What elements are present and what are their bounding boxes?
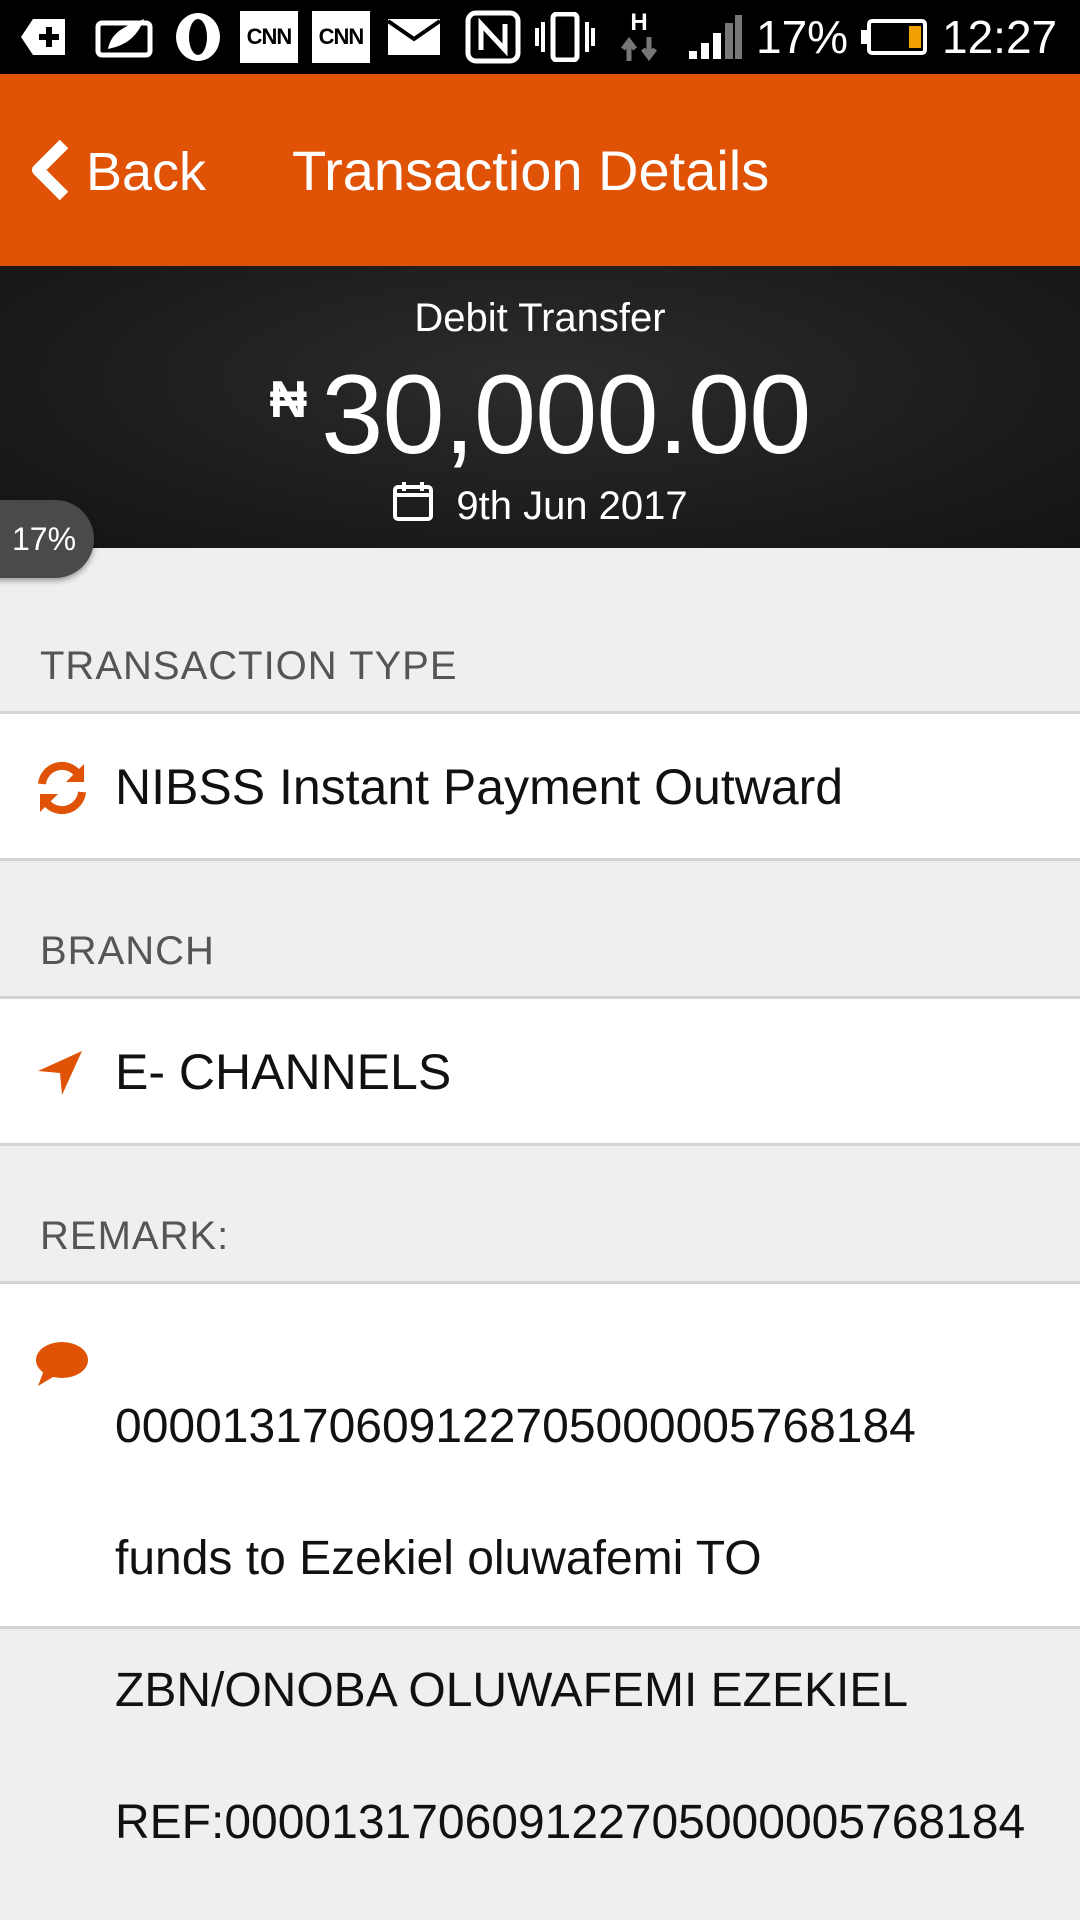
transaction-summary: Debit Transfer ₦ 30,000.00 9th Jun 2017 bbox=[0, 266, 1080, 548]
page-title: Transaction Details bbox=[292, 139, 770, 202]
remark-value: 000013170609122705000005768184 funds to … bbox=[115, 1328, 1025, 1920]
branch-value: E- CHANNELS bbox=[115, 1044, 452, 1100]
amount-display: ₦ 30,000.00 bbox=[0, 356, 1080, 474]
calendar-icon bbox=[392, 480, 456, 532]
remark-line: REF:000013170609122705000005768184 bbox=[115, 1796, 1026, 1849]
currency-symbol: ₦ bbox=[269, 371, 308, 429]
vibrate-icon bbox=[532, 10, 598, 64]
chevron-left-icon bbox=[28, 138, 72, 207]
cnn-icon: CNN bbox=[312, 11, 370, 63]
cnn-icon: CNN bbox=[240, 11, 298, 63]
date-value: 9th Jun 2017 bbox=[456, 483, 688, 528]
back-label: Back bbox=[86, 142, 207, 202]
battery-percent: 17% bbox=[756, 11, 849, 63]
transaction-type-value: NIBSS Instant Payment Outward bbox=[115, 759, 844, 815]
transaction-kind: Debit Transfer bbox=[414, 296, 666, 340]
battery-icon bbox=[858, 10, 928, 64]
remark-line: 000013170609122705000005768184 bbox=[115, 1400, 916, 1453]
refresh-icon bbox=[34, 760, 90, 821]
branch-row: E- CHANNELS bbox=[0, 996, 1080, 1146]
app-bar: Back Transaction Details bbox=[0, 74, 1080, 266]
section-label-branch: BRANCH bbox=[40, 929, 215, 973]
remark-row: 000013170609122705000005768184 funds to … bbox=[0, 1281, 1080, 1849]
leaf-icon bbox=[92, 10, 156, 64]
overlay-percent-badge: 17% bbox=[0, 500, 94, 578]
opera-icon bbox=[170, 10, 226, 64]
comment-icon bbox=[34, 1338, 90, 1393]
transaction-type-row: NIBSS Instant Payment Outward bbox=[0, 711, 1080, 861]
add-notification-icon bbox=[18, 10, 70, 64]
section-label-remark: REMARK: bbox=[40, 1214, 230, 1258]
location-arrow-icon bbox=[34, 1047, 86, 1104]
transaction-date: 9th Jun 2017 bbox=[0, 480, 1080, 532]
section-label-transaction-type: TRANSACTION TYPE bbox=[40, 644, 458, 688]
clock: 12:27 bbox=[942, 11, 1058, 63]
amount-value: 30,000.00 bbox=[321, 352, 811, 477]
remark-line: funds to Ezekiel oluwafemi TO bbox=[115, 1532, 762, 1585]
status-bar: CNN CNN H 17% 12:27 bbox=[0, 0, 1080, 74]
mail-icon bbox=[385, 10, 443, 64]
signal-icon bbox=[686, 10, 744, 64]
remark-line: ZBN/ONOBA OLUWAFEMI EZEKIEL bbox=[115, 1664, 909, 1717]
nfc-icon bbox=[464, 10, 522, 64]
back-button[interactable]: Back bbox=[28, 122, 206, 222]
network-h-icon: H bbox=[614, 10, 664, 64]
